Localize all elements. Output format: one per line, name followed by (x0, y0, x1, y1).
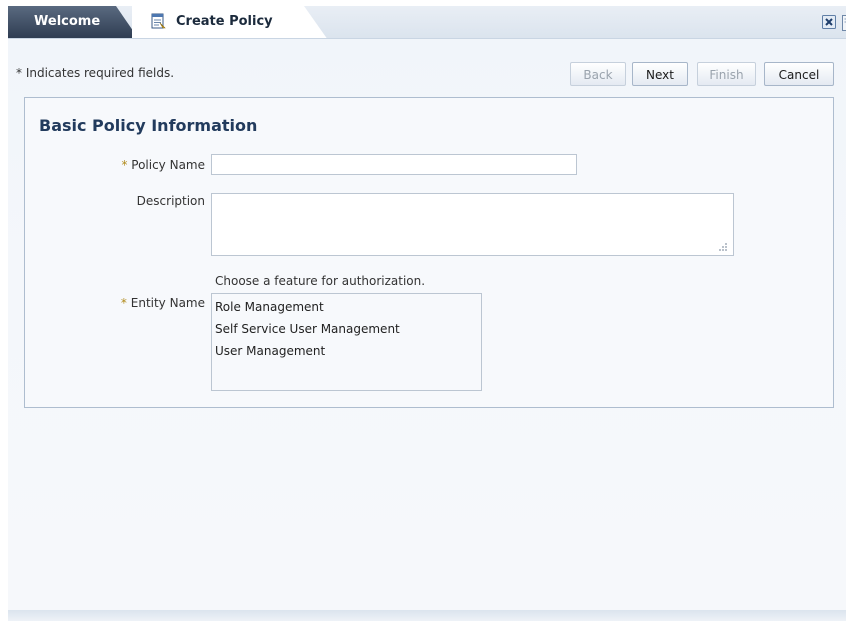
policy-document-icon (150, 13, 166, 29)
description-label: Description (136, 194, 205, 208)
required-marker: * (121, 158, 128, 172)
content-footer (8, 610, 846, 621)
list-item[interactable]: User Management (212, 340, 481, 362)
policy-name-label: Policy Name (131, 158, 205, 172)
finish-button[interactable]: Finish (697, 62, 756, 86)
next-button[interactable]: Next (632, 62, 688, 86)
tab-bar: Welcome Create Policy (8, 6, 846, 40)
required-fields-note: * Indicates required fields. (16, 66, 175, 80)
close-icon[interactable] (822, 15, 836, 29)
cancel-button[interactable]: Cancel (764, 62, 834, 86)
description-textarea[interactable] (211, 193, 734, 256)
resize-grip-icon[interactable] (716, 240, 728, 252)
back-button[interactable]: Back (570, 62, 626, 86)
list-item[interactable]: Role Management (212, 296, 481, 318)
tab-welcome-label: Welcome (34, 14, 101, 29)
entity-hint: Choose a feature for authorization. (215, 274, 426, 288)
entity-name-label: Entity Name (130, 296, 205, 310)
tab-create-policy-label: Create Policy (176, 14, 273, 29)
policy-name-input[interactable] (211, 154, 577, 175)
policy-name-label-row: * Policy Name (90, 158, 205, 172)
tab-welcome[interactable]: Welcome (8, 6, 138, 38)
tab-create-policy[interactable]: Create Policy (132, 6, 328, 40)
list-item[interactable]: Self Service User Management (212, 318, 481, 340)
required-marker: * (120, 296, 127, 310)
entity-listbox[interactable]: Role Management Self Service User Manage… (211, 293, 482, 391)
section-title: Basic Policy Information (39, 116, 258, 135)
entity-name-label-row: * Entity Name (90, 296, 205, 310)
close-tab-icon[interactable] (842, 15, 846, 31)
